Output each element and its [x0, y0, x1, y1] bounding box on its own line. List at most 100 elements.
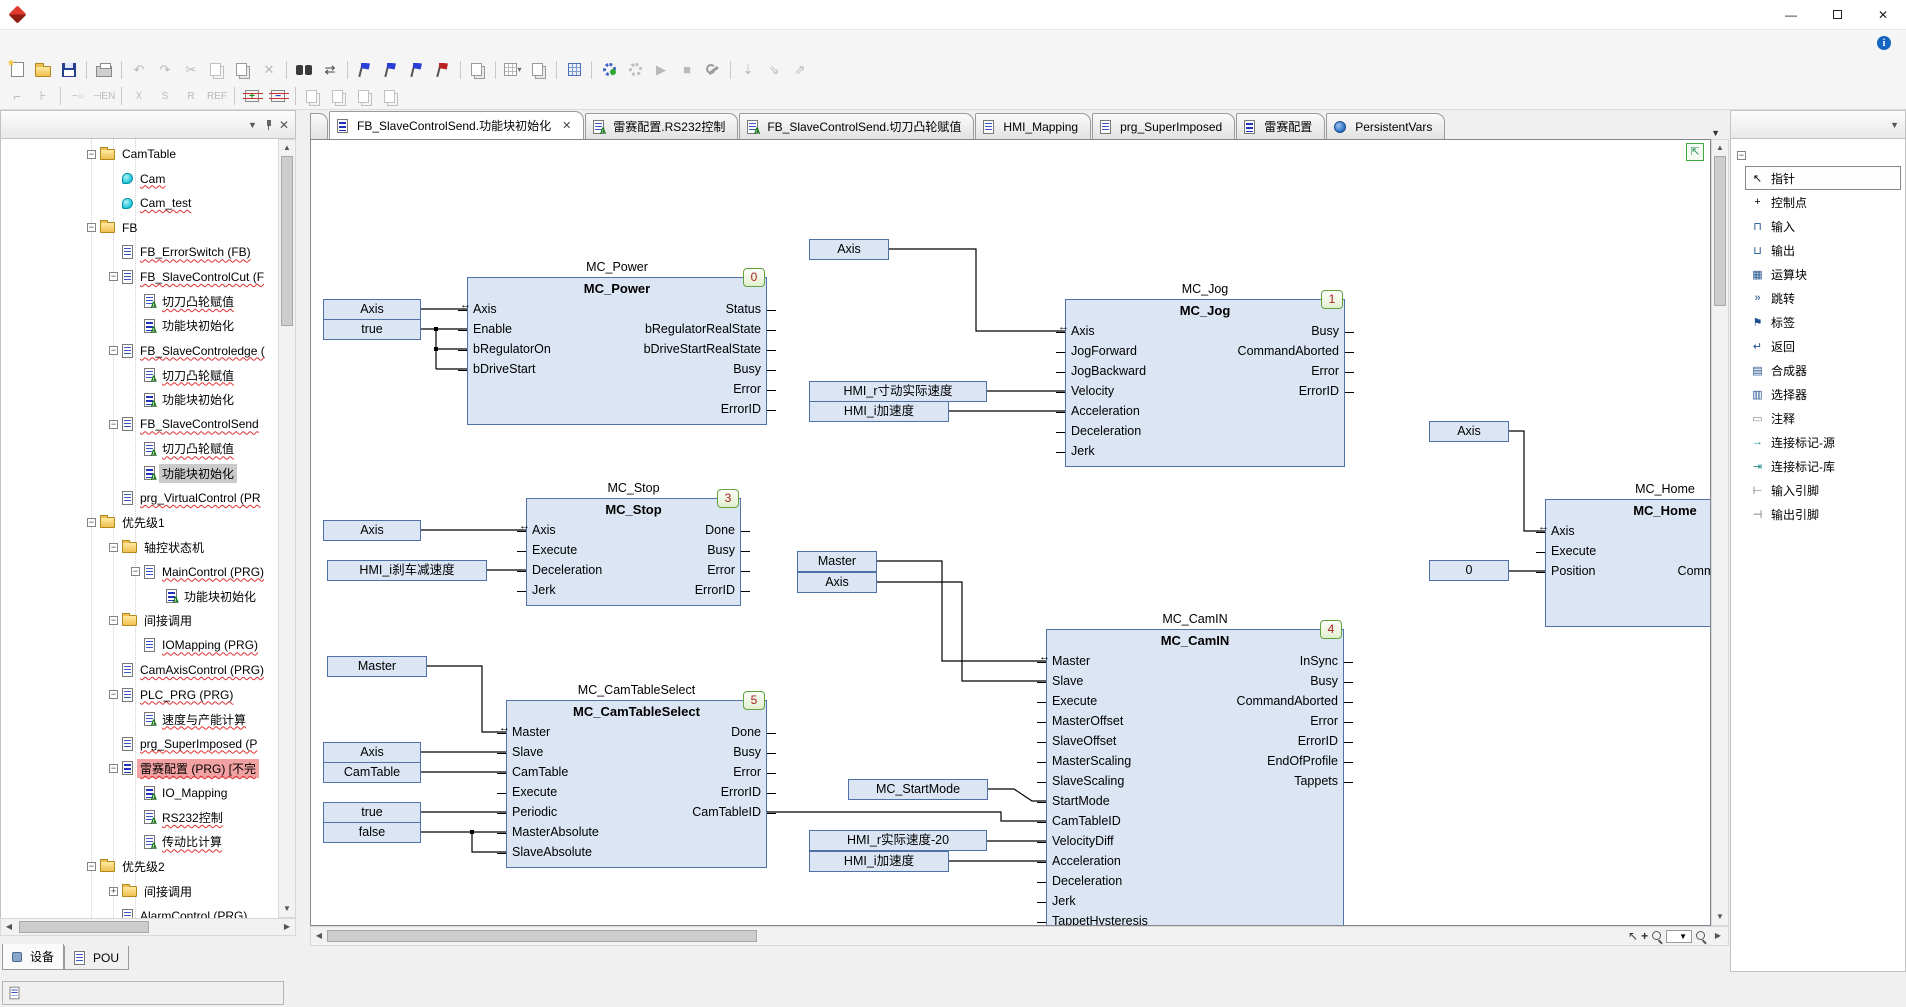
- toolbox-item-pointer[interactable]: ↖指针: [1745, 166, 1901, 190]
- toolbar-trans-button[interactable]: ⊦: [31, 85, 55, 107]
- output-pin[interactable]: Busy: [733, 362, 761, 376]
- input-pin[interactable]: SlaveAbsolute: [512, 845, 592, 859]
- toolbox-item-jump[interactable]: »跳转: [1745, 286, 1901, 310]
- toolbar-login-button[interactable]: [597, 59, 621, 81]
- tree-item[interactable]: 切刀凸轮赋值: [131, 364, 237, 386]
- tree-item[interactable]: 传动比计算: [131, 831, 225, 853]
- collapse-icon[interactable]: −: [131, 567, 140, 576]
- input-pin[interactable]: TappetHysteresis: [1052, 914, 1148, 926]
- output-pin[interactable]: Error: [707, 563, 735, 577]
- input-pin[interactable]: Acceleration: [1071, 404, 1140, 418]
- output-pin[interactable]: Error: [1310, 714, 1338, 728]
- output-pin[interactable]: ErrorID: [721, 402, 761, 416]
- collapse-icon[interactable]: −: [87, 518, 96, 527]
- toolbar-newobj-button[interactable]: [527, 59, 551, 81]
- toolbox-item-mark-src[interactable]: →连接标记-源: [1745, 430, 1901, 454]
- operand-box-src-true-cts[interactable]: true: [323, 802, 421, 823]
- tree-vertical-scrollbar[interactable]: ▲ ▼: [278, 139, 296, 918]
- toolbar-paste-button[interactable]: [231, 59, 255, 81]
- toolbar-net-button[interactable]: ⌐: [5, 85, 29, 107]
- panel-close-icon[interactable]: ✕: [279, 118, 289, 132]
- output-pin[interactable]: Done: [731, 725, 761, 739]
- input-pin[interactable]: Slave: [512, 745, 543, 759]
- toolbar-play-button[interactable]: ▶: [649, 59, 673, 81]
- toolbox-dropdown-icon[interactable]: ▼: [1890, 120, 1899, 130]
- tree-item[interactable]: −间接调用: [109, 610, 195, 632]
- operand-box-src-axis-home[interactable]: Axis: [1429, 421, 1509, 442]
- tree-item[interactable]: 切刀凸轮赋值: [131, 290, 237, 312]
- input-pin[interactable]: Enable: [473, 322, 512, 336]
- fb-block-mc-jog[interactable]: MC_JogAxis↔BusyJogForwardCommandAbortedJ…: [1065, 299, 1345, 467]
- collapse-icon[interactable]: −: [1737, 151, 1746, 160]
- zoom-level-select[interactable]: ▼: [1666, 930, 1692, 943]
- toolbar-save-button[interactable]: [57, 59, 81, 81]
- fb-block-mc-home[interactable]: MC_HomeAxis↔DoneExecuteBusyPositionComma…: [1545, 499, 1711, 627]
- output-pin[interactable]: Busy: [1311, 324, 1339, 338]
- collapse-icon[interactable]: −: [109, 543, 118, 552]
- tree-item[interactable]: −MainControl (PRG): [131, 561, 267, 583]
- toolbar-flag-button[interactable]: [353, 59, 377, 81]
- tree-item[interactable]: 功能块初始化: [131, 315, 237, 337]
- view-tab-devices[interactable]: 设备: [2, 944, 64, 970]
- toolbar-pages-button[interactable]: [466, 59, 490, 81]
- tree-item[interactable]: 功能块初始化: [131, 389, 237, 411]
- magnifier-icon[interactable]: [1651, 930, 1663, 942]
- save-notification[interactable]: i: [1877, 36, 1896, 50]
- input-pin[interactable]: VelocityDiff: [1052, 834, 1114, 848]
- collapse-icon[interactable]: −: [109, 690, 118, 699]
- input-pin[interactable]: Deceleration: [1052, 874, 1122, 888]
- operand-box-src-axis-power[interactable]: Axis: [323, 299, 421, 320]
- input-pin[interactable]: Execute: [532, 543, 577, 557]
- toolbar-neg-button[interactable]: ☓: [127, 85, 151, 107]
- editor-bottom-bar[interactable]: ◀ ↖ + ▼ ▶: [310, 926, 1729, 946]
- input-pin[interactable]: Axis↔: [1071, 324, 1095, 338]
- tree-item[interactable]: −FB: [87, 217, 140, 239]
- tab-close-icon[interactable]: ✕: [562, 119, 571, 132]
- toolbox-item-input[interactable]: ⊓输入: [1745, 214, 1901, 238]
- input-pin[interactable]: SlaveOffset: [1052, 734, 1116, 748]
- editor-tab[interactable]: PersistentVars: [1326, 113, 1445, 139]
- editor-tab[interactable]: HMI_Mapping: [975, 113, 1091, 139]
- output-pin[interactable]: ErrorID: [721, 785, 761, 799]
- tree-item[interactable]: −雷赛配置 (PRG) [不完: [109, 757, 259, 779]
- toolbox-item-selector[interactable]: ▥选择器: [1745, 382, 1901, 406]
- expand-icon[interactable]: +: [109, 887, 118, 896]
- tree-item[interactable]: −FB_SlaveControlSend: [109, 413, 262, 435]
- tree-item[interactable]: −优先级1: [87, 512, 168, 534]
- input-pin[interactable]: Execute: [1551, 544, 1596, 558]
- output-pin[interactable]: Busy: [1310, 674, 1338, 688]
- toolbar-stop-button[interactable]: ■: [675, 59, 699, 81]
- tree-item[interactable]: −FB_SlaveControledge (: [109, 340, 268, 362]
- tree-item[interactable]: Cam: [109, 168, 168, 190]
- operand-box-src-false-cts[interactable]: false: [323, 822, 421, 843]
- output-pin[interactable]: Status: [726, 302, 761, 316]
- toolbox-item-pin-out[interactable]: ⊣输出引脚: [1745, 502, 1901, 526]
- toolbar-pin-add-button[interactable]: +: [240, 85, 264, 107]
- input-pin[interactable]: bDriveStart: [473, 362, 536, 376]
- tree-item[interactable]: 切刀凸轮赋值: [131, 438, 237, 460]
- operand-box-src-axis-jog[interactable]: Axis: [809, 239, 889, 260]
- editor-tab[interactable]: 雷赛配置: [1236, 113, 1325, 139]
- tree-item[interactable]: prg_VirtualControl (PR: [109, 487, 264, 509]
- input-pin[interactable]: Jerk: [1071, 444, 1095, 458]
- toolbar-flag-button[interactable]: [379, 59, 403, 81]
- fb-block-mc-camin[interactable]: MC_CamINMaster↔InSyncSlaveBusyExecuteCom…: [1046, 629, 1344, 926]
- minimize-button[interactable]: —: [1768, 0, 1814, 30]
- output-pin[interactable]: InSync: [1300, 654, 1338, 668]
- toolbar-step1-button[interactable]: ⇣: [736, 59, 760, 81]
- output-pin[interactable]: CommandAborted: [1237, 694, 1338, 708]
- toolbar-copy4-button[interactable]: [379, 85, 403, 107]
- toolbar-new-button[interactable]: [5, 59, 29, 81]
- operand-box-src-axis-cts[interactable]: Axis: [323, 742, 421, 763]
- toolbar-ref-button[interactable]: REF: [205, 85, 229, 107]
- tree-item[interactable]: 功能块初始化: [131, 462, 237, 484]
- toolbar-build-button[interactable]: [562, 59, 586, 81]
- output-pin[interactable]: Busy: [707, 543, 735, 557]
- input-pin[interactable]: Jerk: [532, 583, 556, 597]
- editor-tab[interactable]: 雷赛配置.RS232控制: [585, 113, 738, 139]
- toolbar-en-button[interactable]: ⊣EN: [92, 85, 116, 107]
- toolbar-copy2-button[interactable]: [327, 85, 351, 107]
- collapse-icon[interactable]: −: [109, 764, 118, 773]
- tree-item[interactable]: −轴控状态机: [109, 536, 207, 558]
- collapse-icon[interactable]: −: [109, 346, 118, 355]
